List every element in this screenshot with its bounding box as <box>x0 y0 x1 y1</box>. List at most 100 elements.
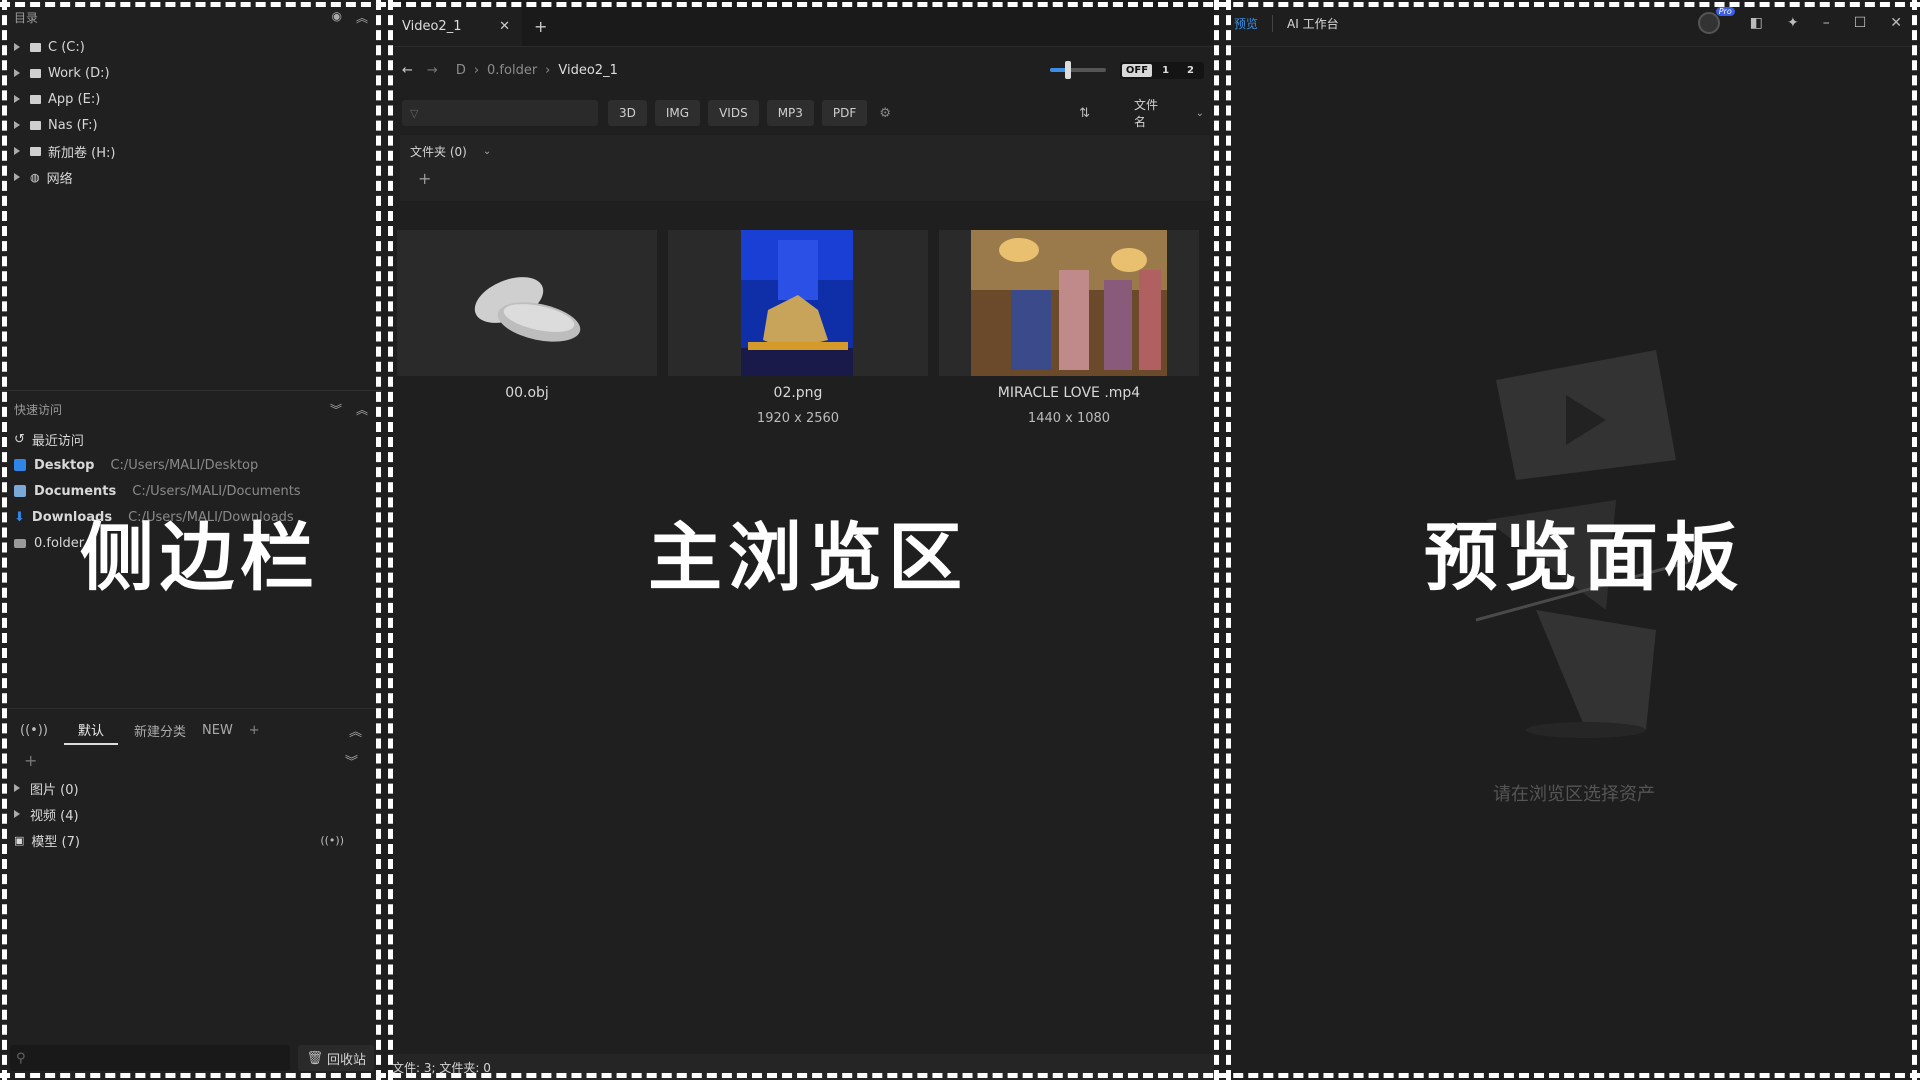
toggle-2[interactable]: 2 <box>1179 64 1202 77</box>
filter-input[interactable]: ▽ <box>402 100 598 126</box>
category-images[interactable]: 图片 (0) <box>0 775 382 801</box>
category-label: 图片 (0) <box>30 782 79 798</box>
region-outline <box>1226 0 1231 1080</box>
sort-label: 文件名 <box>1134 98 1159 129</box>
tab-preview[interactable]: 预览 <box>1234 14 1274 32</box>
expand-icon[interactable] <box>14 147 20 155</box>
drive-list: C (C:) Work (D:) App (E:) Nas (F:) 新加卷 (… <box>0 34 382 190</box>
quick-item-desktop[interactable]: Desktop C:/Users/MALI/Desktop <box>0 452 382 478</box>
expand-icon[interactable] <box>14 95 20 103</box>
pro-badge: Pro <box>1715 7 1735 16</box>
folder-section: 文件夹 (0) ⌄ + <box>400 135 1210 201</box>
zoom-slider[interactable] <box>1049 61 1106 79</box>
gear-icon[interactable]: ⚙ <box>879 106 891 121</box>
chevron-down-icon[interactable]: ︾ <box>330 401 342 418</box>
back-icon[interactable]: ← <box>402 63 413 78</box>
collapse-up-icon[interactable]: ︽ <box>349 721 362 740</box>
chevron-down-icon[interactable]: ⌄ <box>483 146 491 157</box>
slider-handle[interactable] <box>1064 61 1071 79</box>
close-icon[interactable]: ✕ <box>1890 15 1902 31</box>
file-dimensions: 1440 x 1080 <box>1027 411 1111 426</box>
add-tab-icon[interactable]: + <box>249 723 260 738</box>
drive-icon <box>30 146 41 156</box>
drive-icon <box>30 68 41 78</box>
tab-ai-workspace[interactable]: AI 工作台 <box>1287 15 1339 32</box>
tab-new-category[interactable]: 新建分类 <box>134 721 186 740</box>
collapse-up-icon[interactable]: ︽ <box>356 9 368 26</box>
expand-icon[interactable] <box>14 43 20 51</box>
category-tabs: ((•)) 默认 新建分类 NEW + ︽ <box>0 716 382 745</box>
file-name: MIRACLE LOVE .mp4 <box>997 385 1141 401</box>
layout-toggle[interactable]: OFF 1 2 <box>1119 61 1204 79</box>
sort-icon[interactable]: ⇅ <box>1079 106 1090 121</box>
quick-item-recent[interactable]: ↺ 最近访问 <box>0 426 382 452</box>
add-tab-icon[interactable]: + <box>522 6 559 46</box>
drive-label: Nas (F:) <box>48 117 98 133</box>
drive-label: Work (D:) <box>48 65 110 81</box>
toggle-off[interactable]: OFF <box>1121 63 1153 77</box>
drive-d[interactable]: Work (D:) <box>0 60 382 86</box>
preview-header: 预览 AI 工作台 Pro ◧ ✦ – ☐ ✕ <box>1228 0 1920 47</box>
close-icon[interactable]: ✕ <box>499 19 510 34</box>
maximize-icon[interactable]: ☐ <box>1854 15 1867 31</box>
filter-img-button[interactable]: IMG <box>654 100 701 126</box>
drive-e[interactable]: App (E:) <box>0 86 382 112</box>
network[interactable]: ◍ 网络 <box>0 164 382 190</box>
breadcrumb-item[interactable]: 0.folder <box>487 63 537 78</box>
broadcast-icon[interactable]: ((•)) <box>20 723 48 738</box>
broadcast-icon[interactable]: ((•)) <box>320 834 344 847</box>
navigation-bar: ← → D › 0.folder › Video2_1 OFF 1 2 <box>392 47 1214 93</box>
quick-item-label: Documents <box>34 483 117 499</box>
forward-icon[interactable]: → <box>427 63 438 78</box>
tab-bar: Video2_1 ✕ + <box>392 0 1214 47</box>
history-icon: ↺ <box>14 431 25 447</box>
pin-icon[interactable]: ✦ <box>1787 15 1799 31</box>
expand-icon[interactable] <box>14 784 20 792</box>
avatar[interactable]: Pro <box>1697 7 1735 34</box>
sort-select[interactable]: 文件名 ⌄ <box>1104 96 1204 130</box>
chevron-down-icon[interactable]: ︾ <box>345 751 358 770</box>
filter-mp3-button[interactable]: MP3 <box>766 100 814 126</box>
category-videos[interactable]: 视频 (4) <box>0 801 382 827</box>
file-thumbnail-mp4[interactable] <box>939 230 1199 376</box>
breadcrumb-separator-icon: › <box>473 62 480 78</box>
filter-vids-button[interactable]: VIDS <box>708 100 759 126</box>
tab-default[interactable]: 默认 <box>63 716 118 745</box>
collapse-up-icon[interactable]: ︽ <box>356 401 368 418</box>
add-folder-icon[interactable]: + <box>418 169 431 188</box>
layout-icon[interactable]: ◧ <box>1750 15 1763 31</box>
breadcrumb-item[interactable]: D <box>456 63 466 78</box>
drive-h[interactable]: 新加卷 (H:) <box>0 138 382 164</box>
quick-access-title: 快速访问 <box>14 402 63 417</box>
expand-icon[interactable] <box>14 121 20 129</box>
add-icon[interactable]: + <box>24 751 37 770</box>
drive-icon <box>30 120 41 130</box>
folder-header: 文件夹 (0) <box>410 145 467 159</box>
filter-pdf-button[interactable]: PDF <box>821 100 868 126</box>
empty-hint-text: 请在浏览区选择资产 <box>1493 784 1655 805</box>
drive-c[interactable]: C (C:) <box>0 34 382 60</box>
breadcrumb-separator-icon: › <box>545 62 551 78</box>
toggle-1[interactable]: 1 <box>1154 64 1177 77</box>
desktop-icon <box>14 459 26 471</box>
file-thumbnail-obj[interactable] <box>397 230 657 376</box>
recycle-bin-button[interactable]: 🗑 回收站 <box>298 1045 374 1071</box>
minimize-icon[interactable]: – <box>1823 15 1830 31</box>
filter-3d-button[interactable]: 3D <box>608 100 647 126</box>
filter-bar: ▽ 3D IMG VIDS MP3 PDF ⚙ ⇅ 文件名 ⌄ <box>392 93 1214 133</box>
search-input[interactable]: ⚲ <box>10 1045 291 1071</box>
eye-icon[interactable]: ◉ <box>332 9 342 26</box>
expand-icon[interactable] <box>14 69 20 77</box>
drive-label: 新加卷 (H:) <box>48 145 116 161</box>
image-icon: ▣ <box>14 833 25 847</box>
globe-icon: ◍ <box>30 170 40 184</box>
expand-icon[interactable] <box>14 810 20 818</box>
tab-new[interactable]: NEW <box>202 723 233 738</box>
drive-icon <box>30 94 41 104</box>
file-thumbnail-png[interactable] <box>668 230 928 376</box>
expand-icon[interactable] <box>14 173 20 181</box>
tab-video2-1[interactable]: Video2_1 ✕ <box>392 6 522 46</box>
drive-f[interactable]: Nas (F:) <box>0 112 382 138</box>
category-models[interactable]: ▣ 模型 (7) ((•)) <box>0 827 382 853</box>
folder-icon <box>14 538 26 548</box>
